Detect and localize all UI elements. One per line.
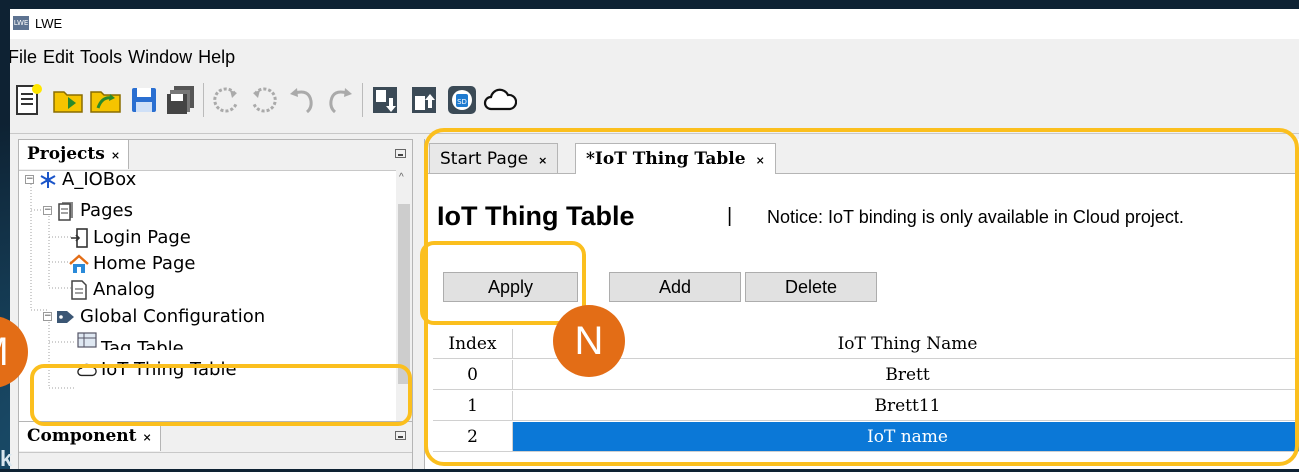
cloud-icon[interactable]	[482, 79, 518, 121]
collapse-icon[interactable]: −	[25, 175, 34, 184]
download-icon[interactable]	[367, 79, 403, 121]
component-tab-label: Component	[27, 426, 137, 446]
home-icon	[69, 253, 89, 274]
rotate-ccw-icon[interactable]	[208, 79, 244, 121]
save-icon[interactable]	[126, 79, 162, 121]
svg-text:SD: SD	[457, 98, 467, 106]
title-bar: LWE LWE	[10, 9, 1299, 39]
close-icon[interactable]: ×	[111, 149, 120, 162]
menu-help[interactable]: Help	[198, 47, 235, 71]
page-icon	[69, 279, 89, 300]
tree-item-pages[interactable]: − Pages	[43, 197, 133, 224]
tree-item-root[interactable]: − A_IOBox	[25, 170, 136, 193]
tree-item-label: Login Page	[93, 227, 191, 248]
tree-item-analog[interactable]: Analog	[69, 276, 155, 303]
menu-bar: File Edit Tools Window Help	[10, 47, 241, 71]
projects-tab-label: Projects	[27, 144, 105, 164]
table-icon	[77, 330, 97, 350]
tree-item-label: Pages	[80, 200, 133, 221]
pages-icon	[56, 201, 76, 221]
menu-edit[interactable]: Edit	[43, 47, 74, 71]
tag-icon	[56, 307, 76, 327]
menu-tools[interactable]: Tools	[80, 47, 122, 71]
tree-item-global-configuration[interactable]: − Global Configuration	[43, 303, 265, 330]
upload-icon[interactable]	[406, 79, 442, 121]
highlight-iot-thing-table-item	[30, 364, 412, 426]
cropped-caption: k	[0, 446, 43, 471]
collapse-icon[interactable]: −	[43, 206, 52, 215]
redo-icon[interactable]	[322, 79, 358, 121]
highlight-apply-button	[420, 241, 586, 325]
undo-icon[interactable]	[284, 79, 320, 121]
save-all-icon[interactable]	[163, 79, 199, 121]
minimize-icon[interactable]	[395, 431, 406, 440]
tree-item-label: Analog	[93, 279, 156, 300]
tree-item-tag-table[interactable]: Tag Table	[77, 330, 184, 350]
toolbar-separator	[203, 83, 204, 117]
toolbar-separator	[362, 83, 363, 117]
sd-card-icon[interactable]: SD	[444, 79, 480, 121]
tree-item-label: Global Configuration	[80, 306, 266, 327]
rotate-cw-icon[interactable]	[246, 79, 282, 121]
tree-item-label: A_IOBox	[62, 170, 137, 190]
open-project-icon[interactable]	[88, 79, 124, 121]
open-folder-icon[interactable]	[50, 79, 86, 121]
snowflake-project-icon	[38, 170, 58, 190]
projects-panel-header: Projects ×	[19, 140, 412, 171]
component-panel: Component ×	[18, 421, 413, 469]
window-title: LWE	[35, 16, 63, 31]
tree-item-home-page[interactable]: Home Page	[69, 250, 195, 277]
close-icon[interactable]: ×	[142, 431, 151, 444]
toolbar: SD	[10, 75, 1299, 134]
annotation-badge-n: N	[553, 305, 625, 377]
scroll-up-icon[interactable]: ^	[399, 172, 404, 183]
projects-tab[interactable]: Projects ×	[19, 140, 130, 169]
minimize-icon[interactable]	[395, 149, 406, 158]
menu-file[interactable]: File	[10, 47, 37, 71]
component-panel-header: Component ×	[19, 422, 412, 453]
tree-item-login-page[interactable]: Login Page	[69, 224, 191, 251]
new-project-icon[interactable]	[10, 79, 46, 121]
collapse-icon[interactable]: −	[43, 312, 52, 321]
app-logo-icon: LWE	[13, 16, 29, 30]
tree-item-label: Home Page	[93, 253, 196, 274]
tree-item-label: Tag Table	[101, 338, 184, 350]
login-icon	[69, 227, 89, 248]
menu-window[interactable]: Window	[128, 47, 192, 71]
scroll-thumb[interactable]	[398, 204, 410, 384]
